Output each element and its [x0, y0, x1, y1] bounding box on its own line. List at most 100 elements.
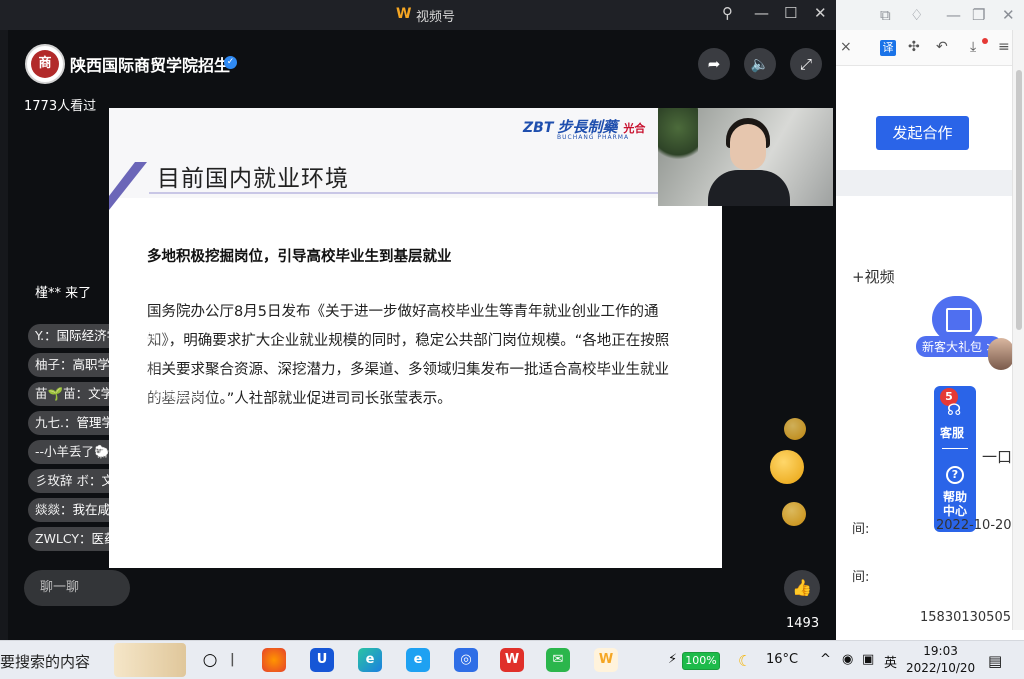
window-title: 视频号: [416, 10, 456, 25]
browser-scrollbar[interactable]: [1012, 30, 1024, 630]
chat-message: 彡玫辞 ボ：文学与教育学院签到: [28, 469, 227, 493]
tab-icon[interactable]: ⧉: [880, 6, 891, 24]
share-icon[interactable]: ➦: [698, 48, 730, 80]
notification-icon[interactable]: ▤: [988, 652, 1002, 670]
maximize-icon[interactable]: ☐: [784, 4, 797, 22]
content-divider: [836, 170, 1024, 196]
chat-message: 九七.：管理学院签到: [28, 411, 164, 435]
emoji-reaction-icon: [782, 502, 806, 526]
cooperate-button[interactable]: 发起合作: [876, 116, 969, 150]
brand-latin: ZBT: [523, 120, 554, 136]
field-label-a: 间:: [852, 522, 870, 537]
wechat-icon[interactable]: ✉: [546, 648, 570, 672]
volume-icon[interactable]: 🔈: [744, 48, 776, 80]
scrollbar-thumb[interactable]: [1016, 70, 1022, 330]
chat-text: 管理学院签到: [122, 444, 198, 459]
security-icon[interactable]: ◎: [454, 648, 478, 672]
ie-icon[interactable]: e: [406, 648, 430, 672]
browser-toolbar: × 译 ✣ ↶ ⤓ ≡: [836, 30, 1024, 66]
download-icon[interactable]: ⤓: [970, 39, 976, 55]
slide-paragraph: 国务院办公厅8月5日发布《关于进一步做好高校毕业生等青年就业创业工作的通知》，明…: [147, 304, 670, 407]
video-window: W 视频号 ⚲ — ☐ ✕ 商 陕西国际商贸学院招生 ✓ 1773人看过 ➦ 🔈…: [0, 0, 836, 640]
lenovo-icon[interactable]: U: [310, 648, 334, 672]
chat-message: --小羊丢了🐑：管理学院签到: [28, 440, 210, 464]
thumbs-up-icon[interactable]: 👍: [784, 570, 820, 606]
date: 2022/10/20: [906, 661, 976, 675]
separator: |: [230, 652, 235, 667]
browser-content: 发起合作 +视频 新客大礼包 > 5 ☊ 客服 ? 帮助中心 一口 间: 202…: [836, 66, 1024, 626]
slide-title: 目前国内就业环境: [157, 166, 349, 192]
like-count: 1493: [786, 616, 820, 631]
chat-message: 柚子：高职学院签到: [28, 353, 160, 377]
shirt-icon[interactable]: ♢: [910, 6, 923, 24]
chat-user: --小羊丢了🐑: [35, 444, 110, 459]
chat-text: 国际经济学院签到: [56, 328, 157, 343]
task-view-icon[interactable]: ○: [198, 648, 222, 672]
ime-indicator[interactable]: 英: [884, 652, 897, 671]
translate-icon[interactable]: 译: [880, 40, 896, 56]
fullscreen-icon[interactable]: ⤢: [790, 48, 822, 80]
presenter-body: [708, 170, 790, 206]
chat-text: 我在咸阳市: [72, 502, 136, 517]
title-underline: [149, 192, 722, 194]
chat-text: 高职学院签到: [72, 357, 148, 372]
chat-user: 苗🌱苗: [35, 386, 76, 401]
weather-temp[interactable]: 16°C: [766, 652, 798, 667]
chat-text: 管理学院签到: [76, 415, 152, 430]
undo-icon[interactable]: ↶: [936, 39, 948, 55]
record-icon[interactable]: ◉: [842, 652, 853, 667]
chat-message: 苗🌱苗：文学与教育学院签到: [28, 382, 213, 406]
wps-icon[interactable]: W: [500, 648, 524, 672]
battery-indicator[interactable]: 100%: [682, 652, 720, 670]
chat-user: 燚燚: [35, 502, 61, 517]
phone-value: 15830130505: [920, 610, 1011, 625]
service-panel[interactable]: 5 ☊ 客服 ? 帮助中心: [934, 386, 976, 532]
chat-message: Y.：国际经济学院签到: [28, 324, 169, 348]
service-label[interactable]: 客服: [940, 424, 964, 441]
taskbar-search[interactable]: 要搜索的内容: [0, 651, 90, 672]
chat-text: 文学与教育学院签到: [101, 473, 215, 488]
slide-subheading: 多地积极挖掘岗位，引导高校毕业生到基层就业: [147, 249, 452, 265]
browser-titlebar: ⧉ ♢ — ❐ ✕: [836, 0, 1024, 30]
channel-name[interactable]: 陕西国际商贸学院招生: [70, 52, 230, 76]
comment-input[interactable]: 聊一聊: [24, 570, 130, 606]
chat-user: 彡玫辞 ボ: [35, 473, 89, 488]
video-stage[interactable]: 商 陕西国际商贸学院招生 ✓ 1773人看过 ➦ 🔈 ⤢ ZBT 步長制藥 光合 B…: [8, 30, 836, 640]
plant-image: [658, 108, 698, 168]
join-notice: 槿** 来了: [35, 286, 92, 301]
channels-icon[interactable]: W: [594, 648, 618, 672]
video-label[interactable]: +视频: [852, 266, 895, 287]
close-tab-icon[interactable]: ×: [840, 39, 852, 55]
headset-icon: ☊: [947, 400, 962, 419]
emoji-reaction-icon: [784, 418, 806, 440]
edge-icon[interactable]: e: [358, 648, 382, 672]
clock[interactable]: 19:03 2022/10/20: [906, 643, 975, 677]
chat-user: ZWLCY: [35, 531, 80, 546]
chevron-up-icon[interactable]: ^: [820, 652, 831, 667]
date-value: 2022-10-20: [936, 518, 1012, 533]
pin-icon[interactable]: ⚲: [722, 4, 733, 22]
restore-icon[interactable]: ❐: [972, 6, 985, 24]
close-icon[interactable]: ✕: [1002, 6, 1015, 24]
field-label-b: 间:: [852, 570, 870, 585]
help-label[interactable]: 帮助中心: [941, 490, 969, 518]
college-seal-icon: 商: [31, 50, 59, 78]
minimize-icon[interactable]: —: [754, 4, 769, 22]
extensions-icon[interactable]: ✣: [908, 39, 920, 55]
agent-avatar[interactable]: [988, 338, 1014, 370]
minimize-icon[interactable]: —: [946, 6, 961, 24]
chat-message: ZWLCY：医药学院签到: [28, 527, 179, 551]
close-icon[interactable]: ✕: [814, 4, 827, 22]
slide-accent-inner: [109, 162, 135, 196]
chat-text: 文学与教育学院签到: [88, 386, 201, 401]
notification-dot: [982, 38, 988, 44]
presenter-camera: [658, 108, 833, 206]
channel-avatar[interactable]: 商: [25, 44, 65, 84]
verified-check-icon: ✓: [224, 56, 237, 69]
menu-icon[interactable]: ≡: [998, 39, 1010, 55]
network-icon[interactable]: ▣: [862, 652, 874, 667]
chat-text: 医药学院签到: [91, 531, 167, 546]
help-icon: ?: [946, 466, 964, 484]
moon-icon: ☾: [738, 652, 752, 670]
firefox-icon[interactable]: [262, 648, 286, 672]
